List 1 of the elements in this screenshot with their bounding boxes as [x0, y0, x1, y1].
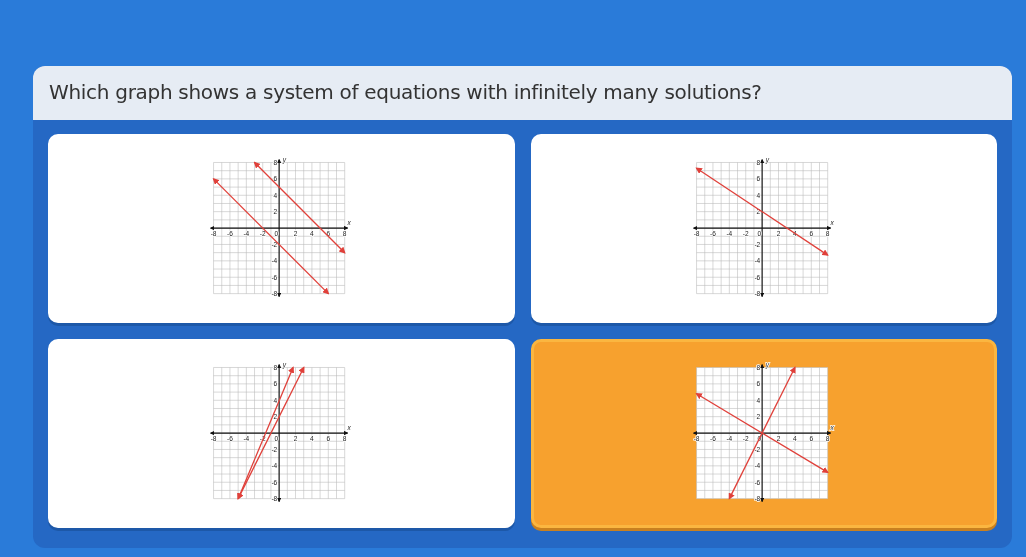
question-text: Which graph shows a system of equations with infinitely many solutions? — [49, 80, 762, 104]
